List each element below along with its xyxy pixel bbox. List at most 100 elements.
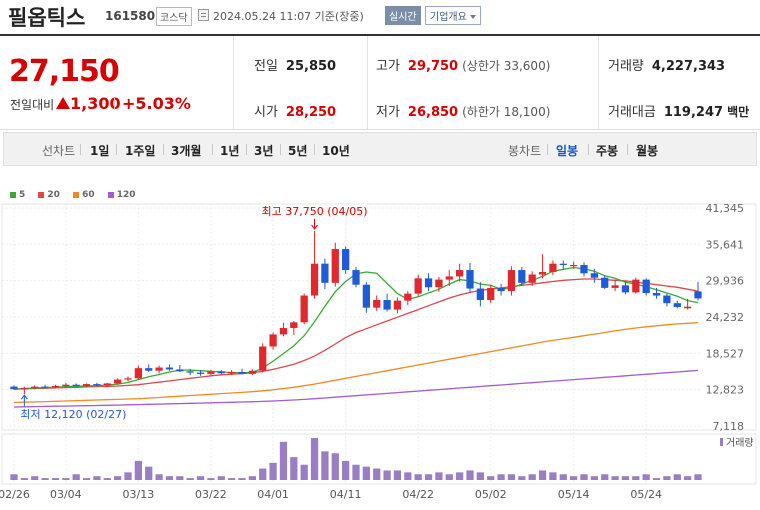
period-1d[interactable]: 1일: [90, 142, 109, 159]
y-tick-label: 35,641: [706, 238, 745, 251]
volume-bar: [393, 470, 402, 480]
high-label: 고가: [376, 59, 400, 74]
volume-bar: [435, 472, 443, 480]
volume-bar: [362, 466, 370, 480]
period-1w[interactable]: 1주일: [125, 142, 155, 159]
candle-weekly[interactable]: 주봉: [596, 142, 618, 159]
prev-close: 전일 25,850: [254, 55, 336, 74]
open-label: 시가: [254, 105, 278, 120]
chevron-down-icon: [469, 15, 476, 19]
x-tick-label: 05/24: [630, 488, 662, 501]
volume-bar: [176, 476, 184, 480]
volume-bar: [466, 470, 474, 480]
candle-body: [114, 379, 122, 384]
x-tick-label: 03/22: [195, 488, 227, 501]
current-price: 27,150: [9, 54, 120, 89]
volume-bar: [290, 457, 298, 480]
low-label: 저가: [376, 105, 400, 120]
price-box: 27,150 전일대비 1,300 +5.03%: [0, 36, 234, 130]
candle-body: [41, 386, 49, 388]
volume-bar: [51, 478, 60, 480]
max-annotation: 최고 37,750 (04/05): [262, 205, 368, 218]
candle-daily[interactable]: 일봉: [556, 142, 578, 159]
divider: [114, 98, 115, 110]
y-tick-label: 18,527: [706, 347, 745, 360]
period-10y[interactable]: 10년: [322, 142, 350, 159]
volume-bar: [165, 476, 174, 480]
candle-body: [445, 276, 453, 280]
candle-body: [404, 293, 412, 301]
volume-bar: [570, 476, 578, 480]
divider: [212, 144, 213, 155]
volume-bar: [114, 476, 122, 480]
volume: 거래량 4,227,343: [608, 55, 725, 74]
volume-bar: [642, 474, 650, 480]
candle-body: [207, 371, 215, 374]
candle-body: [559, 263, 567, 265]
candle-body: [31, 386, 39, 388]
divider: [367, 36, 368, 130]
candle-body: [134, 368, 142, 379]
volume-bar: [414, 474, 422, 480]
candle-body: [259, 346, 267, 371]
candle-body: [528, 274, 536, 283]
quote-panel: 27,150 전일대비 1,300 +5.03% 전일 25,850 시가 28,2…: [0, 34, 760, 130]
candle-body: [611, 285, 619, 288]
candle-body: [228, 371, 236, 374]
stock-code: 161580: [105, 9, 156, 23]
price-chart[interactable]: 41,345 35,641 29,936 24,232 18,527 12,823 7,11…: [0, 180, 760, 510]
trade-amount-label: 거래대금: [608, 105, 656, 120]
candle-chart-label: 봉차트: [508, 144, 542, 158]
x-tick-label: 04/01: [257, 488, 289, 501]
candle-body: [373, 300, 381, 308]
divider: [627, 144, 628, 155]
volume-bar: [207, 478, 215, 480]
volume-bar: [445, 474, 453, 480]
candle-monthly[interactable]: 월봉: [636, 142, 658, 159]
volume-bar: [310, 438, 319, 480]
volume-bar: [559, 474, 567, 480]
open: 시가 28,250: [254, 101, 336, 120]
company-overview-dropdown[interactable]: 기업개요: [425, 6, 481, 25]
volume-bar: [476, 472, 484, 480]
candle-body: [300, 295, 308, 323]
divider: [163, 144, 164, 155]
volume-legend-label: 거래량: [726, 437, 754, 449]
candle-body: [393, 300, 402, 310]
volume-bar: [549, 472, 557, 480]
change-label: 전일대비: [10, 98, 55, 112]
high-value: 29,750: [407, 59, 459, 74]
divider: [116, 144, 117, 155]
volume-bar: [269, 462, 277, 480]
volume-bar: [383, 470, 391, 480]
candle-body: [279, 328, 288, 335]
y-tick-label: 7,118: [713, 420, 745, 433]
volume-bar: [10, 474, 18, 480]
line-chart-label: 선차트: [42, 144, 76, 158]
period-3m[interactable]: 3개월: [171, 142, 201, 159]
candle-body: [652, 292, 661, 296]
candle-body: [362, 284, 370, 308]
period-1y[interactable]: 1년: [220, 142, 239, 159]
realtime-button[interactable]: 실시간: [385, 6, 421, 25]
period-3y[interactable]: 3년: [254, 142, 273, 159]
divider: [314, 144, 315, 155]
candle-body: [487, 287, 495, 301]
candle-body: [217, 371, 225, 374]
candle-body: [321, 263, 329, 283]
lower-limit: (하한가 18,100): [462, 105, 551, 119]
candle-body: [62, 384, 70, 386]
candle-body: [155, 367, 163, 371]
volume-bar: [155, 474, 163, 480]
candle-body: [590, 273, 598, 278]
volume-bar: [352, 464, 360, 480]
candle-body: [632, 279, 640, 293]
volume-bar: [103, 478, 111, 480]
period-5y[interactable]: 5년: [288, 142, 307, 159]
volume-value: 4,227,343: [651, 59, 726, 74]
candle-body: [456, 270, 464, 277]
x-tick-label: 03/13: [123, 488, 155, 501]
volume-bar: [228, 478, 236, 480]
candle-body: [72, 384, 80, 386]
candle-body: [82, 384, 91, 386]
